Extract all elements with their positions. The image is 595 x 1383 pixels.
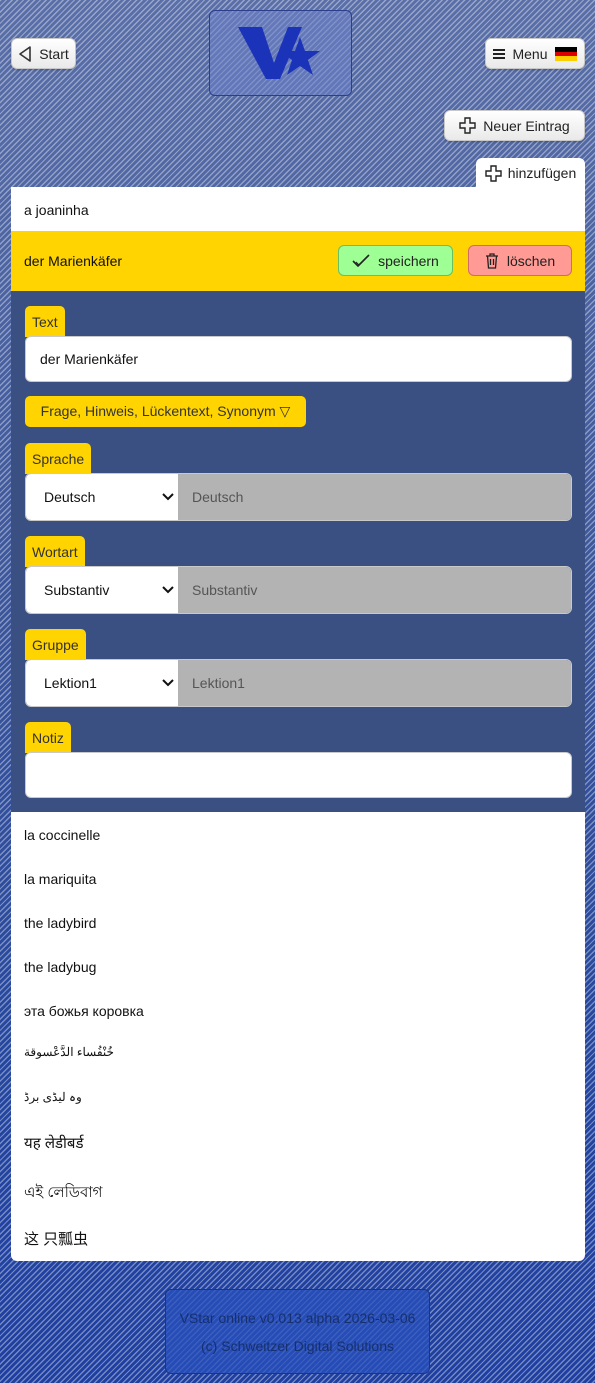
delete-button[interactable]: löschen — [468, 245, 572, 276]
entry-editor: Text der Marienkäfer Frage, Hinweis, Lüc… — [11, 291, 585, 812]
list-item[interactable]: এই লেডিবাগ — [24, 1181, 103, 1206]
group-select[interactable]: Lektion1 — [26, 660, 178, 706]
version-text: VStar online v0.013 alpha 2026-03-06 — [179, 1309, 416, 1326]
note-input[interactable] — [25, 752, 572, 798]
start-button[interactable]: Start — [11, 38, 76, 69]
chevron-down-icon — [162, 586, 174, 594]
language-value: Deutsch — [178, 474, 571, 520]
save-label: speichern — [378, 252, 439, 269]
note-label: Notiz — [25, 722, 71, 753]
group-label: Gruppe — [25, 629, 86, 660]
language-select[interactable]: Deutsch — [26, 474, 178, 520]
add-label: hinzufügen — [507, 165, 577, 181]
add-tab[interactable]: hinzufügen — [476, 158, 585, 188]
hamburger-icon — [493, 48, 506, 59]
list-item[interactable]: यह लेडीबर्ड — [24, 1133, 84, 1153]
text-field-label: Text — [25, 306, 65, 337]
wordtype-select[interactable]: Substantiv — [26, 567, 178, 613]
language-label: Sprache — [25, 443, 92, 474]
extra-fields-toggle[interactable]: Frage, Hinweis, Lückentext, Synonym ▽ — [25, 396, 306, 427]
plus-outline-icon — [459, 117, 476, 134]
german-flag-icon — [554, 46, 577, 61]
menu-label: Menu — [512, 45, 548, 62]
vstar-logo-icon — [237, 27, 320, 79]
logo — [209, 10, 352, 96]
plus-outline-icon — [485, 164, 502, 182]
new-entry-button[interactable]: Neuer Eintrag — [444, 110, 585, 141]
start-label: Start — [39, 45, 69, 62]
list-item[interactable]: خُنْفُساء الدَّعْسوقة — [24, 1045, 114, 1059]
list-item[interactable]: وہ لیڈی برڈ — [24, 1090, 82, 1104]
menu-button[interactable]: Menu — [485, 38, 585, 69]
language-field: Deutsch Deutsch — [25, 473, 572, 521]
back-triangle-icon — [19, 45, 32, 62]
selected-entry-row[interactable]: der Marienkäfer speichern löschen — [11, 231, 585, 291]
group-select-value: Lektion1 — [44, 675, 97, 691]
entry-list: a joaninha der Marienkäfer speichern lös… — [11, 187, 585, 1261]
wordtype-label: Wortart — [25, 536, 85, 567]
chevron-down-icon — [162, 493, 174, 501]
footer: VStar online v0.013 alpha 2026-03-06 (c)… — [165, 1289, 430, 1374]
list-item[interactable]: 这 只瓢虫 — [24, 1228, 88, 1249]
list-item[interactable]: the ladybird — [24, 915, 96, 931]
list-item[interactable]: эта божья коровка — [24, 1003, 144, 1019]
chevron-down-icon — [162, 679, 174, 687]
language-select-value: Deutsch — [44, 489, 96, 505]
trash-icon — [485, 252, 498, 269]
copyright-text: (c) Schweitzer Digital Solutions — [201, 1337, 394, 1354]
list-item[interactable]: the ladybug — [24, 959, 96, 975]
wordtype-field: Substantiv Substantiv — [25, 566, 572, 614]
selected-entry-label: der Marienkäfer — [24, 253, 123, 269]
list-item[interactable]: a joaninha — [24, 202, 89, 218]
check-icon — [352, 253, 370, 267]
text-input[interactable]: der Marienkäfer — [25, 336, 572, 382]
wordtype-select-value: Substantiv — [44, 582, 110, 598]
new-entry-label: Neuer Eintrag — [483, 117, 570, 134]
delete-label: löschen — [506, 252, 556, 269]
group-value: Lektion1 — [178, 660, 571, 706]
list-item[interactable]: la coccinelle — [24, 827, 100, 843]
save-button[interactable]: speichern — [338, 245, 453, 276]
list-item[interactable]: la mariquita — [24, 871, 96, 887]
wordtype-value: Substantiv — [178, 567, 571, 613]
group-field: Lektion1 Lektion1 — [25, 659, 572, 707]
